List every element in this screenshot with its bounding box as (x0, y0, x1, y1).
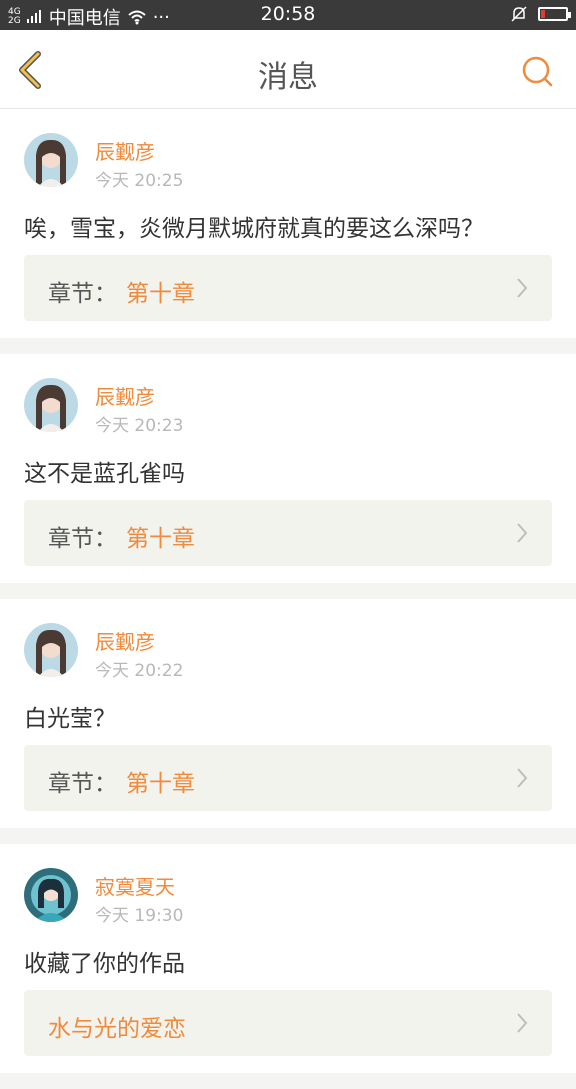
message-card: 寂寞夏天 今天 19:30 收藏了你的作品 水与光的爱恋 (0, 844, 576, 1073)
username[interactable]: 辰觐彦 (95, 626, 155, 655)
battery-icon (538, 7, 571, 21)
chapter-label: 章节： (48, 771, 117, 797)
chevron-right-icon (517, 768, 528, 788)
username[interactable]: 寂寞夏天 (95, 871, 175, 900)
chapter-value: 第十章 (126, 281, 195, 307)
chapter-label: 章节： (48, 281, 117, 307)
message-content: 白光莹？ (24, 706, 116, 732)
message-time: 今天 20:23 (95, 416, 184, 436)
chevron-right-icon (517, 1013, 528, 1033)
avatar[interactable] (24, 868, 78, 922)
message-card: 辰觐彦 今天 20:25 唉，雪宝，炎微月默城府就真的要这么深吗？ 章节： 第十… (0, 109, 576, 338)
message-content: 收藏了你的作品 (24, 951, 185, 977)
status-bar: 4G 2G 中国电信 ··· 20:58 (0, 0, 576, 30)
message-content: 唉，雪宝，炎微月默城府就真的要这么深吗？ (24, 216, 484, 242)
message-card: 辰觐彦 今天 20:23 这不是蓝孔雀吗 章节： 第十章 (0, 354, 576, 583)
status-time: 20:58 (260, 3, 316, 25)
avatar[interactable] (24, 623, 78, 677)
username[interactable]: 辰觐彦 (95, 381, 155, 410)
chapter-link[interactable]: 章节： 第十章 (24, 745, 552, 811)
page-title: 消息 (258, 60, 318, 95)
chapter-link[interactable]: 水与光的爱恋 (24, 990, 552, 1056)
mute-bell-icon (511, 6, 527, 22)
chevron-right-icon (517, 523, 528, 543)
status-right (510, 5, 571, 23)
chapter-value: 水与光的爱恋 (48, 1016, 186, 1042)
chapter-label: 章节： (48, 526, 117, 552)
header: 消息 (0, 30, 576, 109)
message-time: 今天 20:25 (95, 171, 184, 191)
chapter-link[interactable]: 章节： 第十章 (24, 500, 552, 566)
chevron-right-icon (517, 278, 528, 298)
chapter-value: 第十章 (126, 771, 195, 797)
search-icon (522, 56, 553, 87)
avatar[interactable] (24, 378, 78, 432)
message-card: 辰觐彦 今天 20:22 白光莹？ 章节： 第十章 (0, 599, 576, 828)
message-content: 这不是蓝孔雀吗 (24, 461, 185, 487)
message-time: 今天 19:30 (95, 906, 184, 926)
avatar[interactable] (24, 133, 78, 187)
username[interactable]: 辰觐彦 (95, 136, 155, 165)
message-time: 今天 20:22 (95, 661, 184, 681)
message-list: 辰觐彦 今天 20:25 唉，雪宝，炎微月默城府就真的要这么深吗？ 章节： 第十… (0, 109, 576, 1089)
chapter-link[interactable]: 章节： 第十章 (24, 255, 552, 321)
search-button[interactable] (520, 54, 556, 90)
chapter-value: 第十章 (126, 526, 195, 552)
